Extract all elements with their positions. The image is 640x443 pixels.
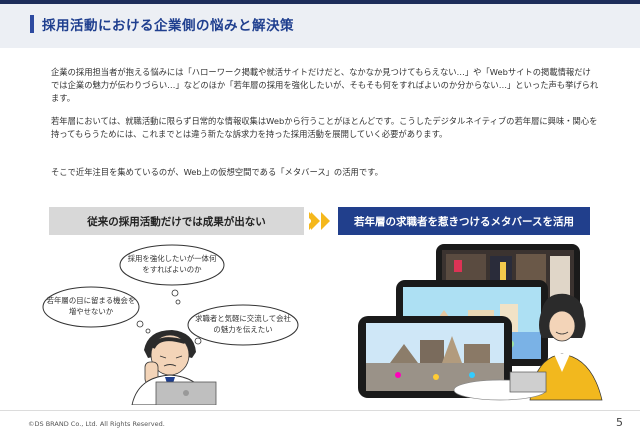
bubble-text-interaction: 求職者と気軽に交流して会社の魅力を伝えたい (195, 314, 291, 334)
page-title: 採用活動における企業側の悩みと解決策 (42, 18, 294, 34)
bubble-text-strengthen: 採用を強化したいが一体何をすればよいのか (127, 254, 217, 274)
bubble-text-visibility: 若年層の目に留まる機会を増やせないか (46, 296, 136, 316)
metaverse-paragraph: そこで近年注目を集めているのが、Web上の仮想空間である「メタバース」の活用です… (51, 167, 383, 177)
header-accent-line (0, 0, 640, 4)
intro-paragraph: 企業の採用担当者が抱える悩みには「ハローワーク掲載や就活サイトだけだと、なかなか… (51, 67, 599, 103)
conventional-recruiting-band: 従来の採用活動だけでは成果が出ない (49, 207, 304, 235)
copyright-text: ©DS BRAND Co., Ltd. All Rights Reserved. (28, 420, 165, 428)
title-marker (30, 15, 34, 33)
metaverse-solution-band: 若年層の求職者を惹きつけるメタバースを活用 (338, 207, 590, 235)
youth-paragraph: 若年層においては、就職活動に限らず日常的な情報収集はWebから行うことがほとんど… (51, 116, 598, 139)
metaverse-screens-illustration (350, 240, 610, 410)
worried-person-icon (131, 330, 217, 405)
footer-divider (0, 410, 640, 411)
double-chevron-icon (309, 212, 330, 230)
worried-recruiter-illustration: 採用を強化したいが一体何をすればよいのか 若年層の目に留まる機会を増やせないか … (40, 240, 310, 405)
page-number: 5 (616, 416, 623, 429)
